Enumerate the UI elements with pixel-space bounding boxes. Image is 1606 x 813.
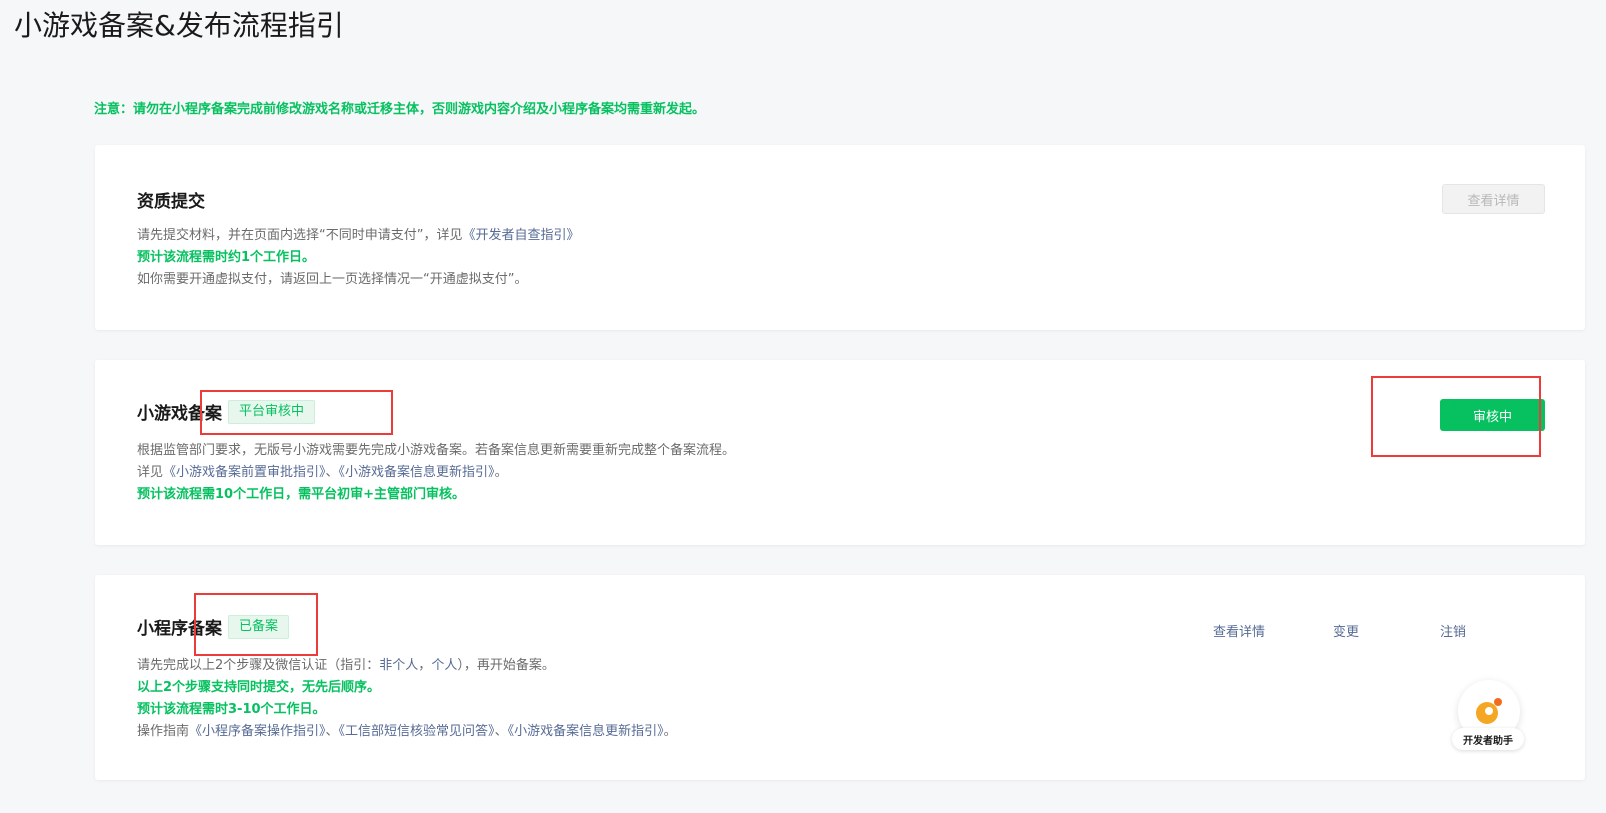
game-filing-line-1: 根据监管部门要求，无版号小游戏需要先完成小游戏备案。若备案信息更新需要重新完成整… xyxy=(137,443,736,458)
qualification-description: 请先提交材料，并在页面内选择“不同时申请支付”，详见《开发者自查指引》 预计该流… xyxy=(137,225,580,291)
miniprogram-cancel-link[interactable]: 注销 xyxy=(1440,621,1466,640)
qualification-line-1-text: 请先提交材料，并在页面内选择“不同时申请支付”，详见 xyxy=(137,228,463,243)
miniprogram-change-link[interactable]: 变更 xyxy=(1333,621,1359,640)
miniprogram-view-details-link[interactable]: 查看详情 xyxy=(1213,621,1265,640)
miniprogram-line-1-prefix: 请先完成以上2个步骤及微信认证（指引： xyxy=(137,658,380,673)
non-individual-guide-link[interactable]: 非个人 xyxy=(379,658,418,673)
game-filing-title: 小游戏备案 xyxy=(137,404,222,424)
qualification-line-2: 预计该流程需时约1个工作日。 xyxy=(137,250,316,265)
miniprogram-line-4-prefix: 操作指南 xyxy=(137,724,190,739)
miniprogram-line-4-suffix: 。 xyxy=(663,724,677,739)
game-filing-line-2: 详见《小游戏备案前置审批指引》、《小游戏备案信息更新指引》。 xyxy=(137,462,735,484)
miniprogram-line-3: 预计该流程需时3-10个工作日。 xyxy=(137,702,326,717)
notice-text: 注意：请勿在小程序备案完成前修改游戏名称或迁移主体，否则游戏内容介绍及小程序备案… xyxy=(94,102,706,117)
miniprogram-line-4-separator-1: 、 xyxy=(325,724,339,739)
qualification-view-details-button[interactable]: 查看详情 xyxy=(1442,184,1545,214)
individual-guide-link[interactable]: 个人 xyxy=(431,658,457,673)
qualification-line-1: 请先提交材料，并在页面内选择“不同时申请支付”，详见《开发者自查指引》 xyxy=(137,225,580,247)
qualification-card: 资质提交 查看详情 请先提交材料，并在页面内选择“不同时申请支付”，详见《开发者… xyxy=(95,145,1585,330)
game-filing-line-2-suffix: 。 xyxy=(494,465,508,480)
game-filing-card: 小游戏备案 平台审核中 审核中 根据监管部门要求，无版号小游戏需要先完成小游戏备… xyxy=(95,360,1585,545)
game-filing-line-2-separator: 、 xyxy=(325,465,339,480)
game-filing-title-row: 小游戏备案 平台审核中 xyxy=(137,399,316,424)
miniprogram-line-1-separator: ， xyxy=(418,658,432,673)
miniprogram-filing-title: 小程序备案 xyxy=(137,619,222,639)
developer-assistant-widget[interactable]: 开发者助手 xyxy=(1452,680,1530,758)
miniprogram-line-4: 操作指南《小程序备案操作指引》、《工信部短信核验常见问答》、《小游戏备案信息更新… xyxy=(137,721,677,743)
miniprogram-filing-operation-guide-link[interactable]: 《小程序备案操作指引》 xyxy=(189,724,326,739)
miniprogram-line-1: 请先完成以上2个步骤及微信认证（指引：非个人，个人），再开始备案。 xyxy=(137,655,677,677)
page-title: 小游戏备案&发布流程指引 xyxy=(14,9,344,42)
game-filing-description: 根据监管部门要求，无版号小游戏需要先完成小游戏备案。若备案信息更新需要重新完成整… xyxy=(137,440,735,506)
developer-assistant-label[interactable]: 开发者助手 xyxy=(1452,728,1524,750)
game-filing-pre-approval-guide-link[interactable]: 《小游戏备案前置审批指引》 xyxy=(163,465,326,480)
game-filing-line-2-prefix: 详见 xyxy=(137,465,164,480)
miniprogram-line-2: 以上2个步骤支持同时提交，无先后顺序。 xyxy=(137,680,381,695)
game-filing-status-badge: 平台审核中 xyxy=(228,399,316,424)
miniprogram-line-1-suffix: ），再开始备案。 xyxy=(457,658,555,673)
qualification-title: 资质提交 xyxy=(137,192,205,212)
miniprogram-filing-description: 请先完成以上2个步骤及微信认证（指引：非个人，个人），再开始备案。 以上2个步骤… xyxy=(137,655,677,743)
developer-self-check-guide-link[interactable]: 《开发者自查指引》 xyxy=(462,228,579,243)
miniprogram-filing-title-row: 小程序备案 已备案 xyxy=(137,614,290,639)
miniprogram-line-4-separator-2: 、 xyxy=(494,724,508,739)
miniprogram-filing-card: 小程序备案 已备案 查看详情 变更 注销 请先完成以上2个步骤及微信认证（指引：… xyxy=(95,575,1585,780)
miniprogram-filing-status-badge: 已备案 xyxy=(228,614,290,639)
game-filing-info-update-guide-link-2[interactable]: 《小游戏备案信息更新指引》 xyxy=(508,724,664,739)
game-filing-line-3: 预计该流程需10个工作日，需平台初审+主管部门审核。 xyxy=(137,487,465,502)
miit-sms-verification-faq-link[interactable]: 《工信部短信核验常见问答》 xyxy=(339,724,495,739)
qualification-title-row: 资质提交 xyxy=(137,187,205,212)
game-filing-info-update-guide-link[interactable]: 《小游戏备案信息更新指引》 xyxy=(339,465,495,480)
qualification-line-3: 如你需要开通虚拟支付，请返回上一页选择情况一“开通虚拟支付”。 xyxy=(137,272,528,287)
game-filing-in-review-button[interactable]: 审核中 xyxy=(1440,399,1545,431)
